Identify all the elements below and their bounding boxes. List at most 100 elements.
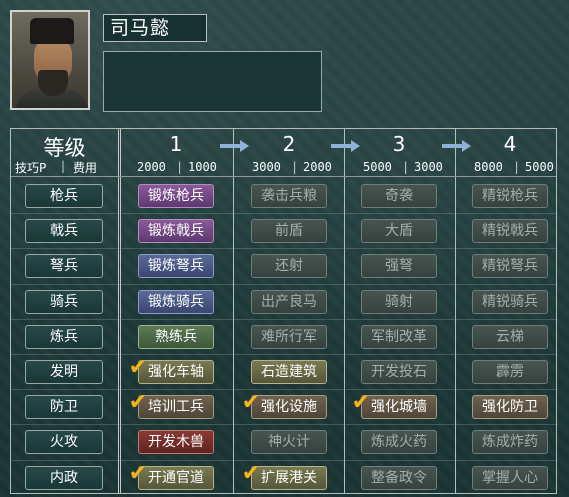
- grid-divider: [11, 176, 556, 177]
- tech-skill-label: 炼成炸药: [482, 434, 538, 451]
- tech-skill-button[interactable]: 精锐弩兵: [472, 254, 548, 279]
- tech-skill-label: 精锐戟兵: [482, 223, 538, 240]
- tech-skill-button[interactable]: 石造建筑: [251, 360, 327, 384]
- tech-skill-button[interactable]: 扩展港关 ✔: [242, 462, 327, 490]
- category-button[interactable]: 骑兵: [25, 289, 103, 314]
- row-divider: [11, 424, 556, 426]
- tech-skill-button[interactable]: 炼成炸药: [472, 430, 548, 455]
- gold-cost: 1000: [188, 160, 217, 174]
- checkmark-icon: ✔: [351, 390, 371, 416]
- tech-skill-button[interactable]: 锻炼枪兵: [138, 184, 214, 208]
- tech-skill-label: 骑射: [385, 293, 413, 310]
- category-button[interactable]: 火攻: [25, 430, 103, 455]
- tech-skill-label: 还射: [275, 258, 303, 275]
- tech-skill-label: 强化防卫: [482, 399, 538, 416]
- tech-skill-button[interactable]: 开发木兽: [138, 430, 214, 455]
- tech-skill-button[interactable]: 炼成火药: [361, 430, 437, 455]
- tech-skill-button[interactable]: 前盾: [251, 219, 327, 244]
- tech-skill-button[interactable]: 袭击兵粮: [251, 184, 327, 208]
- tech-skill-button[interactable]: 锻炼戟兵: [138, 219, 214, 244]
- grid-divider: [344, 129, 345, 493]
- tech-skill-button[interactable]: 精锐骑兵: [472, 289, 548, 314]
- tech-skill-button[interactable]: 难所行军: [251, 324, 327, 349]
- cost-separator: |: [402, 160, 410, 174]
- category-button[interactable]: 枪兵: [25, 184, 103, 208]
- gold-cost: 3000: [414, 160, 443, 174]
- category-button[interactable]: 防卫: [25, 395, 103, 420]
- tech-skill-button[interactable]: 精锐戟兵: [472, 219, 548, 244]
- level-title: 等级: [43, 136, 86, 160]
- tech-skill-label: 开发投石: [371, 364, 427, 380]
- tech-skill-button[interactable]: 强化车轴 ✔: [129, 357, 214, 384]
- checkmark-icon: ✔: [128, 390, 148, 416]
- tech-skill-button[interactable]: 出产良马: [251, 289, 327, 314]
- row-divider: [11, 283, 556, 285]
- tech-skill-label: 锻炼弩兵: [148, 258, 204, 275]
- officer-name: 司马懿: [103, 14, 207, 42]
- tech-skill-label: 精锐骑兵: [482, 293, 538, 310]
- tech-skill-label: 强化车轴: [148, 364, 204, 380]
- tech-point-cost: 2000: [137, 160, 166, 174]
- tech-skill-label: 军制改革: [371, 328, 427, 345]
- tech-tree-grid: 等级 技巧P | 费用 1 2000 | 1000 2 3000 | 2000 3 5000 | 30…: [10, 128, 557, 494]
- level-number: 2: [282, 132, 296, 156]
- tech-skill-button[interactable]: 大盾: [361, 219, 437, 244]
- level-number: 1: [169, 132, 183, 156]
- category-button[interactable]: 戟兵: [25, 219, 103, 244]
- tech-skill-button[interactable]: 云梯: [472, 324, 548, 349]
- tech-skill-label: 霹雳: [496, 364, 524, 380]
- tech-point-cost: 5000: [363, 160, 392, 174]
- tech-skill-button[interactable]: 掌握人心: [472, 465, 548, 490]
- tech-skill-button[interactable]: 骑射: [361, 289, 437, 314]
- row-divider: [11, 248, 556, 250]
- tech-skill-label: 出产良马: [261, 293, 317, 310]
- tech-skill-label: 前盾: [275, 223, 303, 240]
- level-number: 4: [503, 132, 517, 156]
- cost-separator: |: [176, 160, 184, 174]
- category-button[interactable]: 发明: [25, 360, 103, 384]
- tech-skill-label: 整备政令: [371, 469, 427, 486]
- row-divider: [11, 459, 556, 461]
- tech-skill-label: 云梯: [496, 328, 524, 345]
- officer-portrait: [10, 10, 90, 110]
- tech-skill-button[interactable]: 强弩: [361, 254, 437, 279]
- tech-skill-button[interactable]: 神火计: [251, 430, 327, 455]
- category-button[interactable]: 弩兵: [25, 254, 103, 279]
- tech-skill-button[interactable]: 开通官道 ✔: [129, 462, 214, 490]
- row-divider: [11, 213, 556, 215]
- right-arrow-icon: [220, 140, 250, 152]
- tech-skill-button[interactable]: 强化设施 ✔: [242, 392, 327, 420]
- tech-skill-button[interactable]: 熟练兵: [138, 324, 214, 349]
- tech-skill-button[interactable]: 奇袭: [361, 184, 437, 208]
- tech-skill-label: 大盾: [385, 223, 413, 240]
- grid-divider: [455, 129, 456, 493]
- tech-skill-button[interactable]: 霹雳: [472, 360, 548, 384]
- cost-label: 费用: [73, 161, 98, 175]
- tech-skill-label: 袭击兵粮: [261, 188, 317, 204]
- category-button[interactable]: 内政: [25, 465, 103, 490]
- right-arrow-icon: [442, 140, 472, 152]
- tech-skill-button[interactable]: 锻炼骑兵: [138, 289, 214, 314]
- tech-skill-button[interactable]: 培训工兵 ✔: [129, 392, 214, 420]
- tech-skill-button[interactable]: 强化城墙 ✔: [352, 392, 437, 420]
- grid-divider: [118, 129, 121, 493]
- tech-skill-button[interactable]: 整备政令: [361, 465, 437, 490]
- tech-skill-label: 培训工兵: [148, 399, 204, 416]
- tech-skill-label: 掌握人心: [482, 469, 538, 486]
- cost-separator: |: [291, 160, 299, 174]
- tech-skill-button[interactable]: 锻炼弩兵: [138, 254, 214, 279]
- tech-point-cost: 3000: [252, 160, 281, 174]
- tech-points-label: 技巧P: [15, 161, 47, 175]
- tech-skill-button[interactable]: 开发投石: [361, 360, 437, 384]
- tech-skill-button[interactable]: 军制改革: [361, 324, 437, 349]
- tech-skill-button[interactable]: 精锐枪兵: [472, 184, 548, 208]
- category-button[interactable]: 炼兵: [25, 324, 103, 349]
- tech-skill-label: 强弩: [385, 258, 413, 275]
- row-divider: [11, 389, 556, 391]
- cost-separator: |: [513, 160, 521, 174]
- officer-description: [103, 51, 322, 112]
- level-number: 3: [392, 132, 406, 156]
- checkmark-icon: ✔: [241, 460, 261, 486]
- tech-skill-button[interactable]: 还射: [251, 254, 327, 279]
- tech-skill-button[interactable]: 强化防卫: [472, 395, 548, 420]
